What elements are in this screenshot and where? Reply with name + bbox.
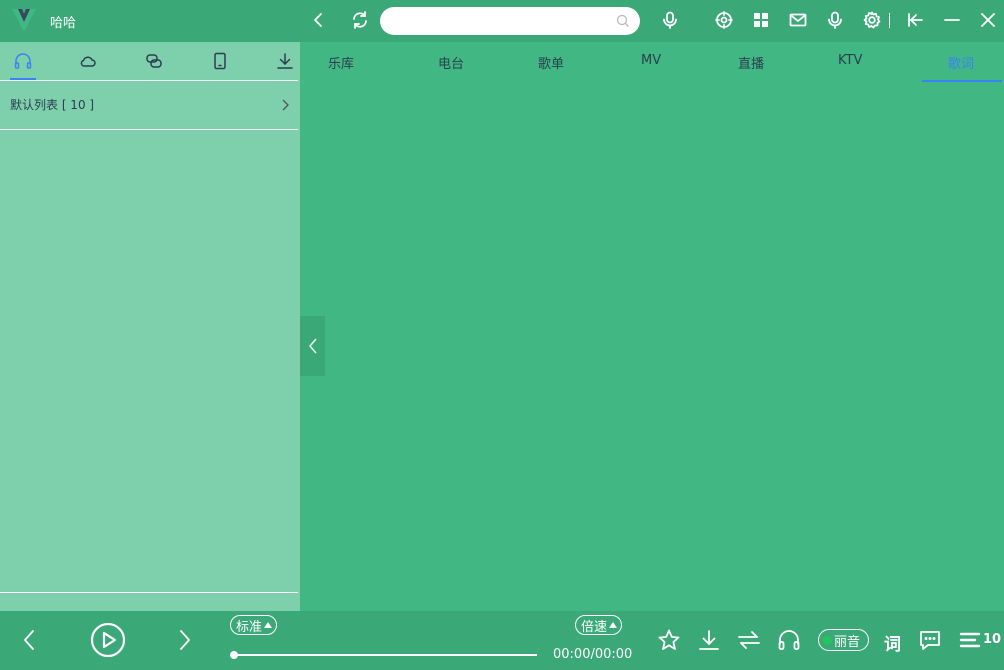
- settings-button[interactable]: [861, 9, 883, 31]
- play-button[interactable]: [89, 621, 126, 658]
- speed-toggle[interactable]: 倍速: [575, 615, 623, 635]
- speed-label: 倍速: [581, 619, 608, 635]
- sound-quality-badge[interactable]: 丽音: [818, 629, 869, 651]
- tab-device[interactable]: [207, 50, 233, 72]
- mic2-icon: [828, 11, 842, 29]
- status-dot: [823, 635, 832, 645]
- prev-icon: [24, 630, 34, 650]
- vue-logo-icon: [12, 9, 36, 32]
- tab-live[interactable]: 直播: [738, 53, 764, 72]
- play-order-button[interactable]: [737, 628, 761, 652]
- close-icon: [981, 13, 995, 27]
- discover-button[interactable]: [713, 9, 735, 31]
- back-button[interactable]: [308, 9, 330, 31]
- tab-library[interactable]: 乐库: [328, 53, 354, 72]
- caret-up-icon: [264, 622, 273, 628]
- tab-mv[interactable]: MV: [641, 53, 661, 68]
- play-queue-button[interactable]: [958, 628, 982, 652]
- sidebar-tabs-divider: [0, 80, 298, 81]
- desktop-lyrics-button[interactable]: 词: [884, 630, 901, 655]
- loop-icon: [738, 631, 760, 649]
- star-icon: [658, 629, 680, 650]
- mail-icon: [789, 13, 807, 27]
- queue-icon: [959, 632, 981, 648]
- headphones-icon: [14, 53, 32, 69]
- sidebar-tabs: [0, 42, 300, 80]
- comment-icon: [920, 631, 940, 650]
- previous-track-button[interactable]: [18, 626, 40, 654]
- playlist-divider: [0, 129, 298, 130]
- close-button[interactable]: [977, 9, 999, 31]
- queue-count: 10: [983, 632, 1002, 647]
- sound-quality-label: 丽音: [834, 634, 861, 650]
- settings-icon: [863, 11, 881, 29]
- apps-button[interactable]: [750, 9, 772, 31]
- refresh-button[interactable]: [349, 9, 371, 31]
- chevron-right-icon: [282, 99, 289, 111]
- favorite-button[interactable]: [657, 628, 681, 652]
- sidebar-collapse-handle[interactable]: [300, 316, 325, 376]
- voice-search-button[interactable]: [659, 9, 681, 31]
- tab-cloud[interactable]: [75, 50, 101, 72]
- sound-effects-button[interactable]: [777, 628, 801, 652]
- tab-radio[interactable]: 电台: [438, 53, 464, 72]
- tab-ktv[interactable]: KTV: [838, 53, 862, 68]
- target-icon: [715, 11, 733, 29]
- title-separator: [889, 13, 890, 28]
- download2-icon: [699, 630, 719, 650]
- title-bar: 哈哈: [0, 0, 1004, 42]
- playback-time: 00:00/00:00: [553, 647, 633, 662]
- download-button[interactable]: [697, 628, 721, 652]
- download-icon: [277, 53, 293, 69]
- tab-playlists[interactable]: [141, 50, 167, 72]
- mini-mode-button[interactable]: [904, 9, 926, 31]
- search-box[interactable]: [380, 7, 640, 35]
- messages-button[interactable]: [787, 9, 809, 31]
- comments-button[interactable]: [918, 628, 942, 652]
- playlist-label: 默认列表 [ 10 ]: [10, 98, 95, 112]
- progress-knob[interactable]: [230, 651, 238, 659]
- search-icon[interactable]: [616, 14, 630, 28]
- search-input[interactable]: [392, 12, 616, 32]
- music-app-window: 哈哈 默认列表 [10] 乐库 电台 歌单 MV 直播 KTV 歌词 标准 …: [0, 0, 1004, 670]
- tab-song-lists[interactable]: 歌单: [538, 53, 564, 72]
- next-track-button[interactable]: [174, 626, 196, 654]
- play-icon: [90, 622, 125, 657]
- cloud-icon: [80, 56, 96, 67]
- caret-up-icon: [609, 622, 618, 628]
- link-icon: [146, 54, 162, 68]
- grid-icon: [754, 13, 768, 27]
- chevron-left-icon: [308, 338, 317, 354]
- next-icon: [180, 630, 190, 650]
- playlist-item-default[interactable]: 默认列表 [ 10 ]: [0, 82, 298, 128]
- progress-bar[interactable]: [233, 654, 537, 656]
- app-title: 哈哈: [50, 16, 77, 31]
- minimize-icon: [944, 19, 960, 21]
- tab-lyrics[interactable]: 歌词: [948, 53, 974, 72]
- back-icon: [314, 13, 322, 27]
- tab-local-music[interactable]: [10, 50, 36, 72]
- headphones2-icon: [778, 630, 800, 650]
- active-nav-indicator: [922, 80, 1002, 82]
- refresh-icon: [353, 11, 367, 29]
- sidebar-bottom-divider: [0, 592, 298, 593]
- quality-mode-toggle[interactable]: 标准: [230, 615, 278, 635]
- sidebar: 默认列表 [ 10 ]: [0, 42, 300, 611]
- minimize-button[interactable]: [941, 9, 963, 31]
- quality-mode-label: 标准: [236, 619, 263, 635]
- device-icon: [214, 52, 226, 70]
- collapse-left-icon: [908, 13, 923, 27]
- mic-icon: [663, 11, 677, 29]
- mic-button[interactable]: [824, 9, 846, 31]
- tab-downloads[interactable]: [272, 50, 298, 72]
